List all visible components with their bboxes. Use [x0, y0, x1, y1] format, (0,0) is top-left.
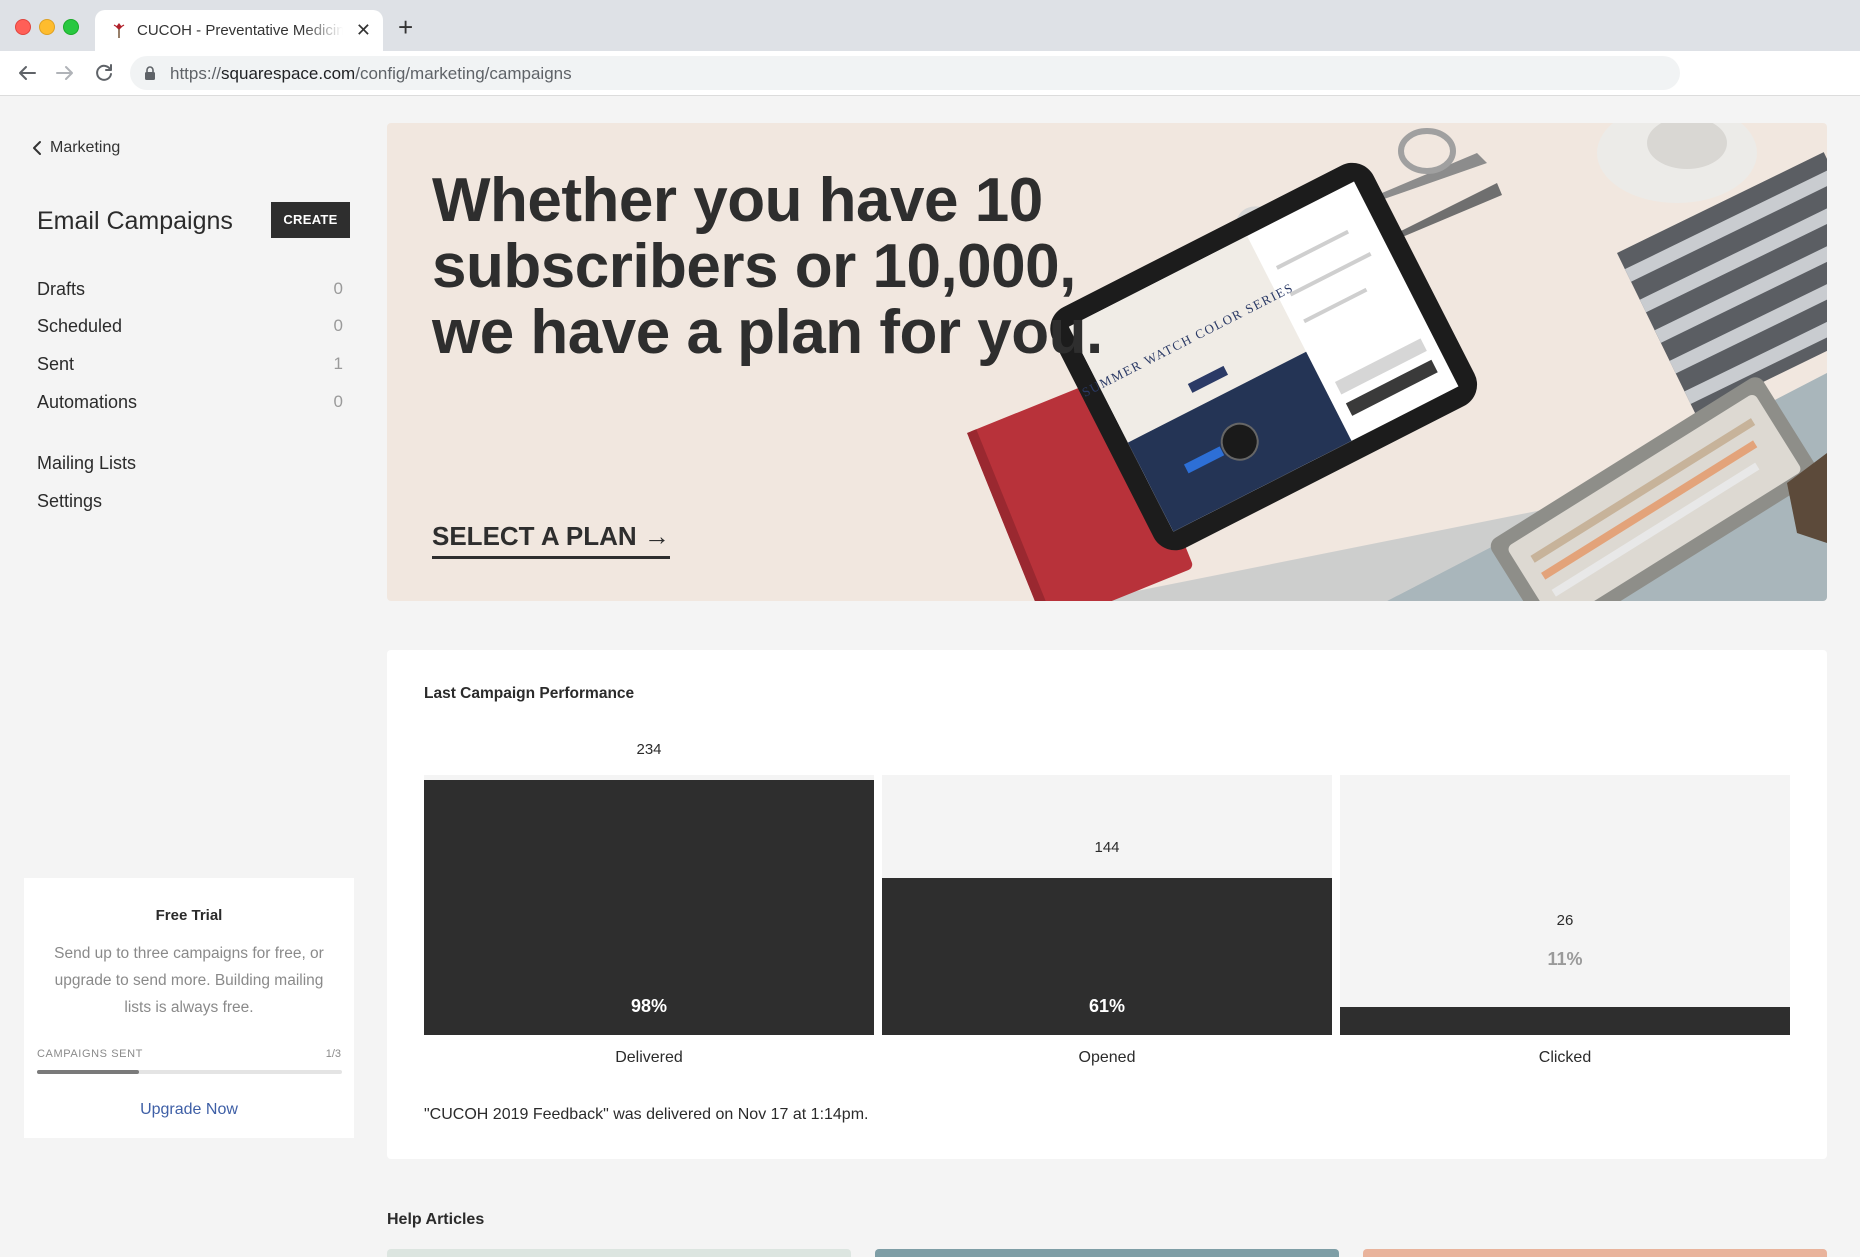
new-tab-button[interactable]: +	[398, 14, 413, 40]
back-arrow-icon[interactable]	[15, 61, 39, 85]
plan-promo-banner: SUMMER WATCH COLOR SERIES Whether you ha…	[387, 123, 1827, 601]
opened-category-label: Opened	[1078, 1049, 1136, 1066]
free-trial-title: Free Trial	[155, 907, 223, 924]
clicked-bar-group: 26 11% Clicked	[1340, 775, 1790, 1066]
opened-percent-label: 61%	[1088, 996, 1126, 1016]
clicked-bar	[1340, 1007, 1790, 1035]
close-window-button[interactable]	[15, 19, 31, 35]
chevron-left-icon	[33, 141, 41, 155]
sidebar-item-count: 0	[333, 392, 343, 411]
help-article-card[interactable]	[1363, 1249, 1827, 1257]
sidebar-item-automations[interactable]: Automations 0	[37, 392, 343, 413]
browser-toolbar: https://squarespace.com/config/marketing…	[0, 51, 1860, 96]
delivered-count-label: 234	[636, 741, 662, 758]
bar-track	[1340, 775, 1790, 1035]
performance-title: Last Campaign Performance	[424, 685, 635, 702]
help-article-card[interactable]	[387, 1249, 851, 1257]
sidebar-item-label: Settings	[37, 491, 103, 511]
last-campaign-performance-card: Last Campaign Performance 234 98% Delive…	[387, 650, 1827, 1159]
select-plan-link[interactable]: SELECT A PLAN →	[432, 521, 670, 559]
help-articles-heading: Help Articles	[387, 1211, 485, 1228]
opened-count-label: 144	[1094, 839, 1120, 856]
clicked-category-label: Clicked	[1538, 1049, 1592, 1066]
campaigns-sent-label: CAMPAIGNS SENT	[37, 1048, 143, 1060]
back-to-marketing-link[interactable]: Marketing	[32, 139, 120, 157]
browser-tab-bar: CUCOH - Preventative Medicine ✕ +	[0, 0, 1860, 51]
upgrade-now-link[interactable]: Upgrade Now	[24, 1101, 354, 1119]
sidebar-item-label: Drafts	[37, 279, 86, 299]
page-title: Email Campaigns	[37, 207, 233, 235]
promo-headline: Whether you have 10 subscribers or 10,00…	[432, 166, 1103, 367]
sidebar-item-count: 0	[333, 279, 343, 298]
sidebar-item-label: Scheduled	[37, 316, 123, 336]
free-trial-card: Free Trial Send up to three campaigns fo…	[24, 878, 354, 1138]
forward-arrow-icon[interactable]	[53, 61, 77, 85]
clicked-percent-label: 11%	[1547, 949, 1583, 969]
delivered-category-label: Delivered	[615, 1049, 683, 1066]
delivery-summary-text: "CUCOH 2019 Feedback" was delivered on N…	[424, 1106, 869, 1123]
sidebar-item-label: Sent	[37, 354, 75, 374]
create-campaign-button[interactable]: CREATE	[271, 202, 350, 238]
lock-icon	[145, 66, 155, 80]
browser-tab[interactable]: CUCOH - Preventative Medicine ✕	[95, 10, 383, 51]
sidebar-item-label: Automations	[37, 392, 138, 412]
sidebar-item-count: 0	[333, 316, 343, 335]
sidebar-item-mailing-lists[interactable]: Mailing Lists	[37, 453, 343, 474]
delivered-bar-group: 234 98% Delivered	[424, 741, 874, 1066]
campaigns-sent-progress-fill	[37, 1070, 139, 1074]
tab-title: CUCOH - Preventative Medicine	[137, 22, 343, 39]
close-tab-icon[interactable]: ✕	[356, 19, 371, 41]
free-trial-description: Send up to three campaigns for free, or …	[54, 945, 324, 1016]
campaigns-sent-count: 1/3	[325, 1048, 341, 1060]
campaigns-sent-progress-bar	[37, 1070, 342, 1074]
delivered-percent-label: 98%	[630, 996, 668, 1016]
sidebar-item-count: 1	[333, 354, 343, 373]
minimize-window-button[interactable]	[39, 19, 55, 35]
sidebar-item-sent[interactable]: Sent 1	[37, 354, 343, 375]
reload-icon[interactable]	[92, 61, 116, 85]
address-bar[interactable]: https://squarespace.com/config/marketing…	[130, 56, 1680, 90]
sidebar-item-settings[interactable]: Settings	[37, 491, 343, 512]
back-link-label: Marketing	[50, 139, 121, 156]
sidebar-item-scheduled[interactable]: Scheduled 0	[37, 316, 343, 337]
maximize-window-button[interactable]	[63, 19, 79, 35]
sidebar-item-label: Mailing Lists	[37, 453, 137, 473]
opened-bar-group: 144 61% Opened	[882, 775, 1332, 1066]
help-article-card[interactable]	[875, 1249, 1339, 1257]
site-favicon-icon	[113, 23, 125, 38]
sidebar-item-drafts[interactable]: Drafts 0	[37, 279, 343, 300]
clicked-count-label: 26	[1556, 912, 1574, 929]
url-text: https://squarespace.com/config/marketing…	[170, 64, 572, 83]
